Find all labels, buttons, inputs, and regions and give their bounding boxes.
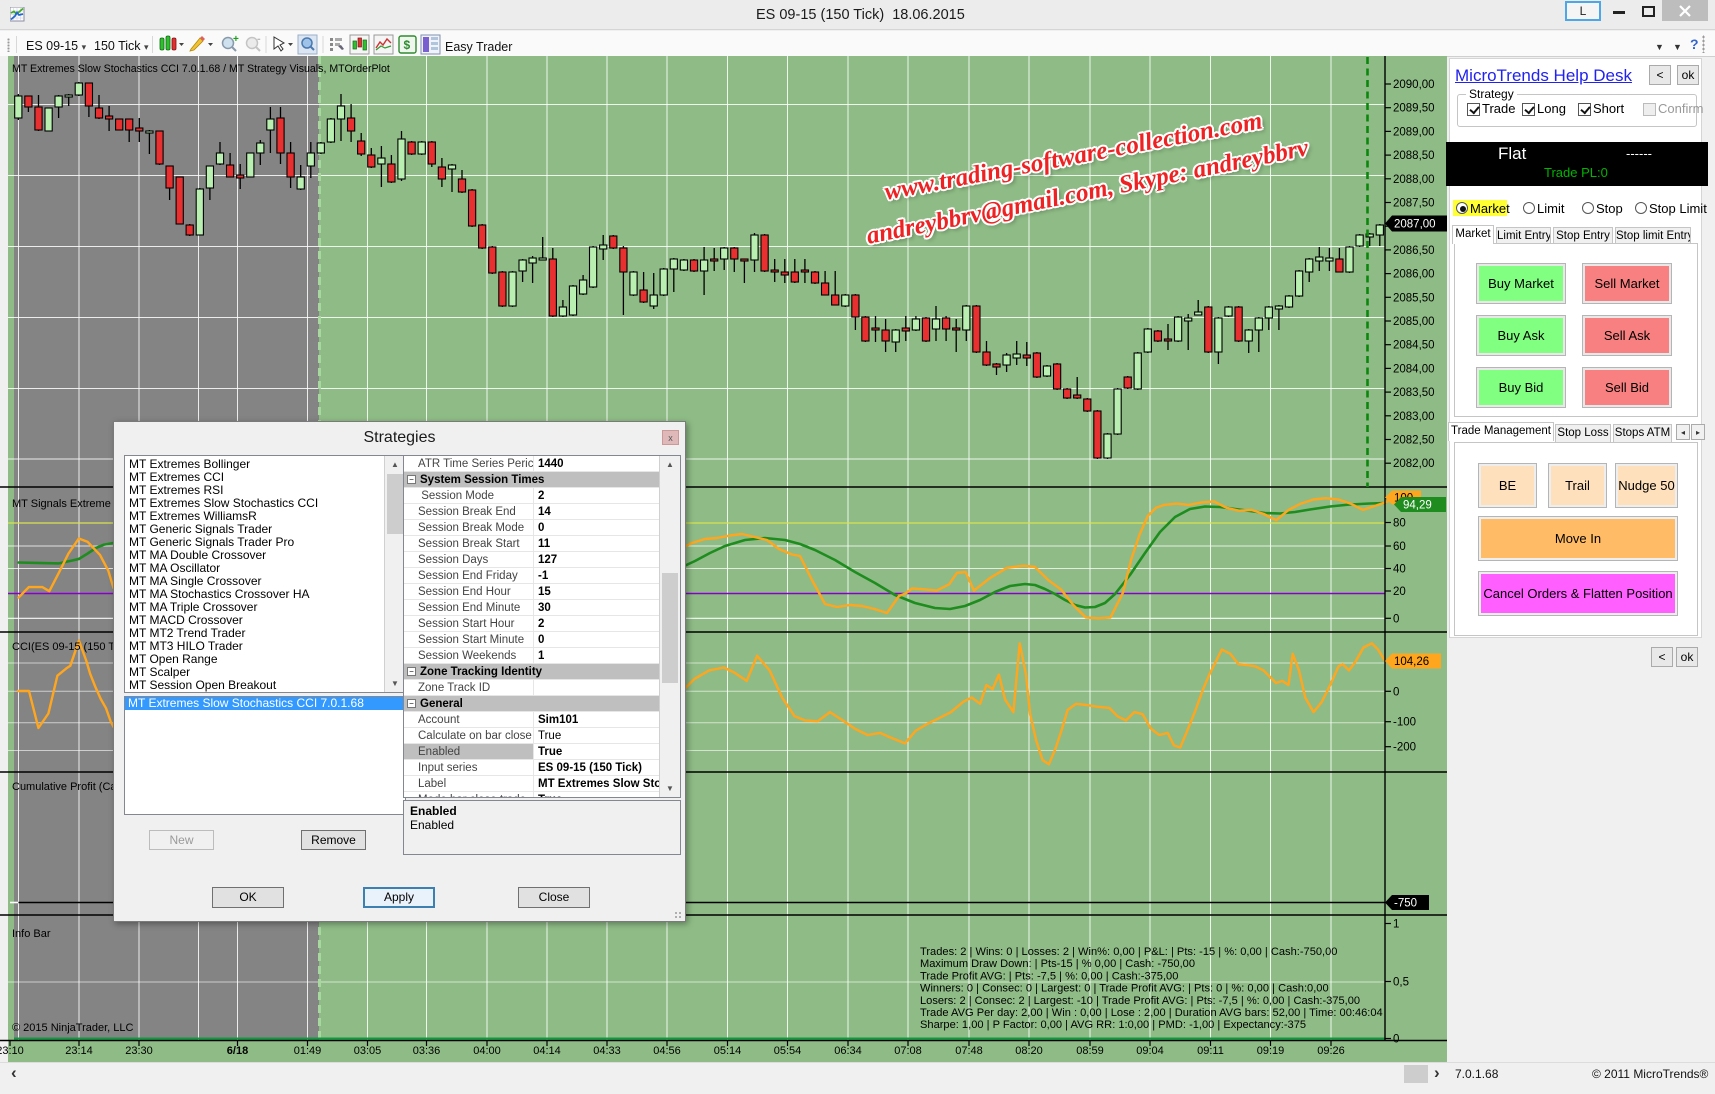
svg-text:04:00: 04:00	[473, 1045, 501, 1057]
svg-text:09:04: 09:04	[1136, 1045, 1164, 1057]
svg-text:0,5: 0,5	[1393, 977, 1409, 989]
svg-text:04:14: 04:14	[533, 1045, 561, 1057]
svg-text:Winners: 0 | Consec: 0 | Large: Winners: 0 | Consec: 0 | Largest: 0 | Tr…	[920, 983, 1329, 995]
svg-text:MT Signals Extreme: MT Signals Extreme	[12, 498, 111, 510]
svg-text:07:48: 07:48	[955, 1045, 983, 1057]
svg-text:80: 80	[1393, 518, 1406, 530]
svg-text:08:59: 08:59	[1076, 1045, 1104, 1057]
svg-text:23:14: 23:14	[65, 1045, 93, 1057]
svg-text:06:34: 06:34	[834, 1045, 862, 1057]
svg-text:09:19: 09:19	[1257, 1045, 1285, 1057]
svg-text:$: $	[404, 38, 411, 52]
svg-text:2089,50: 2089,50	[1393, 103, 1435, 115]
svg-text:04:56: 04:56	[653, 1045, 681, 1057]
svg-text:-200: -200	[1393, 742, 1416, 754]
svg-text:05:14: 05:14	[714, 1045, 742, 1057]
svg-text:-: -	[257, 34, 261, 45]
svg-text:05:54: 05:54	[774, 1045, 802, 1057]
svg-text:2082,00: 2082,00	[1393, 458, 1435, 470]
svg-text:09:11: 09:11	[1197, 1045, 1224, 1057]
svg-text:+: +	[233, 34, 239, 45]
svg-text:94,29: 94,29	[1403, 500, 1432, 512]
svg-text:20: 20	[1393, 586, 1406, 598]
svg-text:2083,00: 2083,00	[1393, 411, 1435, 423]
svg-text:104,26: 104,26	[1394, 656, 1429, 668]
svg-text:1: 1	[1393, 919, 1399, 931]
svg-text:0: 0	[1393, 613, 1399, 625]
svg-text:07:08: 07:08	[894, 1045, 922, 1057]
svg-text:Trade Profit AVG: | Pts: -7,5: Trade Profit AVG: | Pts: -7,5 | %: 0,00 …	[920, 970, 1178, 982]
svg-text:2082,50: 2082,50	[1393, 435, 1435, 447]
svg-text:0: 0	[1393, 1034, 1399, 1046]
svg-text:2085,00: 2085,00	[1393, 316, 1435, 328]
svg-text:6/18: 6/18	[227, 1045, 248, 1057]
svg-text:0: 0	[1393, 686, 1399, 698]
svg-text:Sharpe: 1,00 | P Factor: 0,00: Sharpe: 1,00 | P Factor: 0,00 | AVG RR: …	[920, 1019, 1306, 1031]
svg-text:03:36: 03:36	[413, 1045, 441, 1057]
svg-text:2085,50: 2085,50	[1393, 292, 1435, 304]
svg-text:04:33: 04:33	[593, 1045, 621, 1057]
svg-text:2088,50: 2088,50	[1393, 150, 1435, 162]
svg-text:2088,00: 2088,00	[1393, 174, 1435, 186]
svg-text:Maximum Draw Down: | Pts-15 |: Maximum Draw Down: | Pts-15 | % 0,00 | C…	[920, 958, 1195, 970]
svg-text:09:26: 09:26	[1317, 1045, 1345, 1057]
svg-text:08:20: 08:20	[1015, 1045, 1043, 1057]
svg-text:2086,00: 2086,00	[1393, 269, 1435, 281]
svg-text:2086,50: 2086,50	[1393, 245, 1435, 257]
svg-text:-100: -100	[1393, 717, 1416, 729]
svg-text:40: 40	[1393, 564, 1406, 576]
svg-text:Trade AVG Per day: 2,00 | Win: Trade AVG Per day: 2,00 | Win : 0,00 | L…	[920, 1007, 1383, 1019]
svg-text:CCI(ES 09-15 (150 T: CCI(ES 09-15 (150 T	[12, 641, 115, 653]
svg-text:2087,00: 2087,00	[1394, 219, 1436, 231]
svg-text:© 2015 NinjaTrader, LLC: © 2015 NinjaTrader, LLC	[12, 1022, 133, 1034]
svg-text:01:49: 01:49	[294, 1045, 322, 1057]
svg-text:Trades: 2 | Wins: 0 | Losses:: Trades: 2 | Wins: 0 | Losses: 2 | Win%: …	[920, 946, 1337, 958]
svg-text:2083,50: 2083,50	[1393, 387, 1435, 399]
svg-text:2090,00: 2090,00	[1393, 79, 1435, 91]
svg-text:MT Extremes Slow Stochastics C: MT Extremes Slow Stochastics CCI 7.0.1.6…	[12, 63, 390, 75]
svg-text:23:10: 23:10	[0, 1045, 24, 1057]
svg-text:2084,50: 2084,50	[1393, 340, 1435, 352]
svg-text:Info Bar: Info Bar	[12, 928, 51, 940]
svg-text:60: 60	[1393, 541, 1406, 553]
svg-text:2087,50: 2087,50	[1393, 198, 1435, 210]
svg-text:-750: -750	[1394, 898, 1417, 910]
svg-text:2084,00: 2084,00	[1393, 363, 1435, 375]
svg-text:03:05: 03:05	[354, 1045, 382, 1057]
svg-text:Losers: 2 | Consec: 2 | Larges: Losers: 2 | Consec: 2 | Largest: -10 | T…	[920, 995, 1360, 1007]
svg-text:23:30: 23:30	[125, 1045, 153, 1057]
svg-text:Cumulative Profit (Ca: Cumulative Profit (Ca	[12, 781, 117, 793]
svg-text:2089,00: 2089,00	[1393, 126, 1435, 138]
